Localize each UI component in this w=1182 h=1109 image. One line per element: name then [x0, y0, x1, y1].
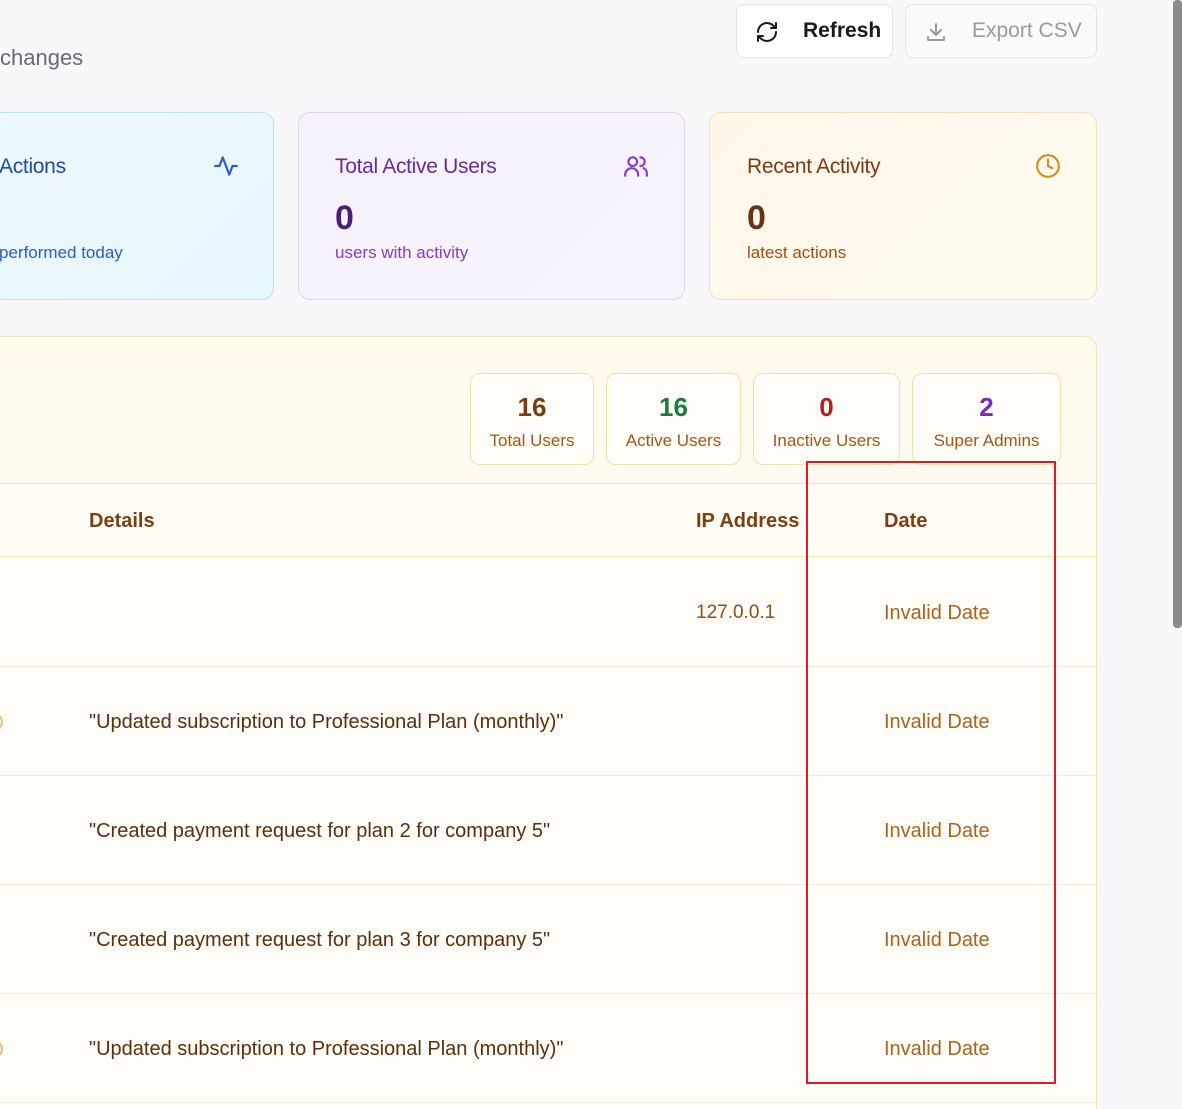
cell-ip: 127.0.0.1: [696, 602, 776, 623]
table-row[interactable]: "Updated subscription to Professional Pl…: [0, 994, 1096, 1103]
cell-details: "Created payment request for plan 3 for …: [89, 929, 551, 951]
table-row[interactable]: "Updated subscription to Professional Pl…: [0, 667, 1096, 776]
card-subtitle: performed today: [0, 243, 123, 262]
stat-label: Super Admins: [933, 431, 1040, 450]
table-header: Details IP Address Date: [0, 484, 1096, 557]
cell-details: "Created payment request for plan 2 for …: [89, 820, 551, 842]
stat-value: 2: [979, 392, 994, 422]
download-icon: [927, 23, 945, 41]
cell-details: "Updated subscription to Professional Pl…: [89, 1038, 564, 1060]
stat-active-users: 16 Active Users: [606, 373, 741, 465]
refresh-button[interactable]: Refresh: [736, 4, 893, 58]
stat-label: Inactive Users: [772, 431, 881, 450]
column-header-details[interactable]: Details: [89, 510, 155, 533]
panel-header: 16 Total Users 16 Active Users 0 Inactiv…: [0, 337, 1096, 484]
card-title: Total Active Users: [335, 155, 497, 178]
card-value: 0: [747, 199, 766, 237]
stat-inactive-users: 0 Inactive Users: [753, 373, 900, 465]
refresh-label: Refresh: [803, 19, 882, 42]
cell-date: Invalid Date: [884, 929, 990, 951]
stat-label: Active Users: [625, 431, 722, 450]
card-value: 0: [335, 199, 354, 237]
table-row[interactable]: 127.0.0.1 Invalid Date: [0, 558, 1096, 667]
cell-date: Invalid Date: [884, 602, 990, 624]
stat-super-admins: 2 Super Admins: [912, 373, 1061, 465]
card-title: Recent Activity: [747, 155, 881, 178]
scrollbar[interactable]: [1173, 0, 1182, 628]
activity-icon: [214, 156, 238, 176]
clock-icon: [1036, 154, 1060, 178]
page-subtitle: changes: [0, 45, 84, 70]
cell-date: Invalid Date: [884, 820, 990, 842]
status-indicator-icon: [0, 1040, 3, 1058]
actions-card: Actions performed today: [0, 112, 274, 300]
active-users-card: Total Active Users 0 users with activity: [298, 112, 685, 300]
stat-label: Total Users: [489, 431, 575, 450]
card-title: Actions: [0, 155, 66, 178]
status-indicator-icon: [0, 713, 3, 731]
users-icon: [624, 156, 648, 177]
stat-total-users: 16 Total Users: [470, 373, 594, 465]
stat-value: 0: [819, 392, 834, 422]
card-subtitle: latest actions: [747, 243, 847, 262]
table-row[interactable]: "Created payment request for plan 2 for …: [0, 776, 1096, 885]
column-header-date[interactable]: Date: [884, 510, 927, 533]
cell-details: "Updated subscription to Professional Pl…: [89, 711, 564, 733]
export-label: Export CSV: [972, 19, 1082, 42]
recent-activity-card: Recent Activity 0 latest actions: [709, 112, 1097, 300]
stat-value: 16: [659, 392, 688, 422]
card-subtitle: users with activity: [335, 243, 469, 262]
export-csv-button[interactable]: Export CSV: [905, 4, 1097, 58]
cell-date: Invalid Date: [884, 1038, 990, 1060]
activity-panel: 16 Total Users 16 Active Users 0 Inactiv…: [0, 336, 1097, 1109]
cell-date: Invalid Date: [884, 711, 990, 733]
stat-value: 16: [517, 392, 547, 422]
table-row[interactable]: "Created payment request for plan 3 for …: [0, 885, 1096, 994]
refresh-icon: [757, 22, 777, 42]
column-header-ip[interactable]: IP Address: [696, 510, 799, 533]
